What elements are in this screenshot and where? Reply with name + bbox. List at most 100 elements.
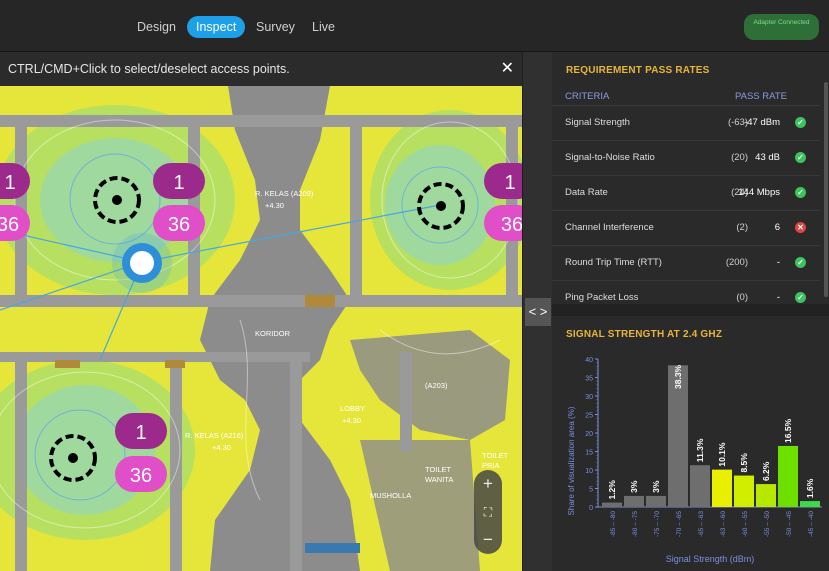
y-tick-label: 15 [585, 450, 593, 457]
ap-channel-2g[interactable]: 1 [504, 172, 515, 194]
room-label: TOILET [482, 451, 509, 460]
room-label: +4.30 [265, 201, 284, 210]
room-label: WANITA [425, 475, 453, 484]
y-axis-label: Share of visualization area (%) [567, 406, 576, 515]
bar [624, 495, 644, 507]
requirement-label: Channel Interference [565, 222, 654, 233]
y-tick-label: 20 [585, 431, 593, 438]
top-bar: Design Inspect Survey Live Adapter Conne… [0, 0, 829, 52]
bar-data-label: 16.5% [783, 418, 793, 443]
ap-channel-2g[interactable]: 1 [135, 422, 146, 444]
room-label: PRIA [482, 461, 500, 470]
zoom-controls: + ⛶ − [474, 470, 502, 554]
requirement-row-rtt[interactable]: Round Trip Time (RTT) (200) - ✓ [552, 245, 820, 280]
ap-channel-5g[interactable]: 36 [501, 214, 522, 236]
room-label: MUSHOLLA [370, 491, 411, 500]
room-label: (A203) [425, 381, 448, 390]
requirement-row-data-rate[interactable]: Data Rate (24) 144 Mbps ✓ [552, 175, 820, 210]
requirement-label: Signal Strength [565, 117, 630, 128]
x-tick-label: -80 – -75 [632, 511, 639, 537]
requirement-threshold: (2) [736, 222, 748, 233]
x-tick-label: -65 – -63 [698, 511, 705, 537]
bar [712, 469, 732, 507]
ap-channel-5g[interactable]: 36 [168, 214, 190, 236]
bar-data-label: 3% [651, 480, 661, 493]
side-panel: REQUIREMENT PASS RATES CRITERIA PASS RAT… [552, 52, 829, 571]
bar-data-label: 1.2% [607, 480, 617, 500]
x-axis-label: Signal Strength (dBm) [666, 554, 755, 564]
heatmap-canvas[interactable]: R. KELAS (A209) +4.30 KORIDOR R. KELAS (… [0, 52, 522, 571]
requirement-value: - [776, 257, 780, 268]
requirement-label: Round Trip Time (RTT) [565, 257, 662, 268]
requirement-label: Ping Packet Loss [565, 292, 639, 303]
pass-icon: ✓ [795, 187, 806, 198]
bar [800, 501, 820, 507]
x-tick-label: -55 – -50 [764, 511, 771, 537]
floorplan-heatmap: R. KELAS (A209) +4.30 KORIDOR R. KELAS (… [0, 52, 522, 571]
bar-data-label: 3% [629, 480, 639, 493]
close-icon[interactable]: ✕ [501, 52, 514, 86]
requirement-threshold: (20) [731, 152, 748, 163]
room-label: R. KELAS (A209) [255, 189, 314, 198]
requirement-row-signal-strength[interactable]: Signal Strength (-63) -47 dBm ✓ [552, 105, 820, 140]
y-tick-label: 0 [589, 505, 593, 512]
hint-text: CTRL/CMD+Click to select/deselect access… [8, 62, 290, 76]
requirements-scrollbar[interactable] [824, 82, 828, 297]
requirement-value: 43 dB [755, 152, 780, 163]
fit-view-button[interactable]: ⛶ [474, 498, 502, 526]
pass-icon: ✓ [795, 152, 806, 163]
bar [690, 465, 710, 507]
tab-live[interactable]: Live [303, 16, 344, 38]
x-tick-label: -50 – -45 [786, 511, 793, 537]
zoom-in-button[interactable]: + [474, 470, 502, 498]
room-label: +4.30 [342, 416, 361, 425]
chart-title: SIGNAL STRENGTH AT 2.4 GHZ [566, 329, 723, 340]
y-tick-label: 30 [585, 394, 593, 401]
y-tick-label: 5 [589, 487, 593, 494]
section-separator [552, 304, 829, 316]
bar [734, 475, 754, 507]
bar [778, 445, 798, 507]
requirement-value: - [776, 292, 780, 303]
room-label: TOILET [425, 465, 452, 474]
bar-data-label: 11.3% [695, 438, 705, 462]
pass-rate-header: PASS RATE [735, 91, 787, 102]
y-tick-label: 40 [585, 357, 593, 364]
bar [646, 495, 666, 507]
zoom-out-button[interactable]: − [474, 526, 502, 554]
bar [756, 484, 776, 507]
ap-channel-5g[interactable]: 36 [0, 214, 19, 236]
ap-channel-5g[interactable]: 36 [130, 465, 152, 487]
selection-hint-bar: CTRL/CMD+Click to select/deselect access… [0, 52, 522, 86]
bar-data-label: 10.1% [717, 442, 727, 467]
requirement-value: 144 Mbps [738, 187, 780, 198]
panel-divider[interactable]: < > [522, 52, 554, 571]
ap-channel-2g[interactable]: 1 [4, 172, 15, 194]
tab-survey[interactable]: Survey [247, 16, 304, 38]
requirement-threshold: (0) [736, 292, 748, 303]
requirement-row-channel-interference[interactable]: Channel Interference (2) 6 ✕ [552, 210, 820, 245]
requirement-label: Signal-to-Noise Ratio [565, 152, 655, 163]
x-tick-label: -85 – -80 [610, 511, 617, 537]
x-tick-label: -45 – -40 [808, 511, 815, 537]
pass-icon: ✓ [795, 292, 806, 303]
pass-icon: ✓ [795, 257, 806, 268]
y-tick-label: 35 [585, 376, 593, 383]
tab-inspect[interactable]: Inspect [187, 16, 246, 38]
bar-data-label: 38.3% [673, 364, 683, 389]
room-label: R. KELAS (A216) [185, 431, 244, 440]
y-tick-label: 25 [585, 413, 593, 420]
collapse-toggle-button[interactable]: < > [525, 298, 551, 326]
requirement-row-snr[interactable]: Signal-to-Noise Ratio (20) 43 dB ✓ [552, 140, 820, 175]
bar-data-label: 6.2% [761, 461, 771, 481]
requirement-threshold: (200) [725, 257, 748, 268]
x-tick-label: -63 – -60 [720, 511, 727, 537]
x-tick-label: -75 – -70 [654, 511, 661, 537]
requirements-title: REQUIREMENT PASS RATES [566, 65, 710, 76]
criteria-header: CRITERIA [565, 91, 610, 102]
ap-channel-2g[interactable]: 1 [173, 172, 184, 194]
y-tick-label: 10 [585, 468, 593, 475]
room-label: +4.30 [212, 443, 231, 452]
tab-design[interactable]: Design [128, 16, 185, 38]
requirement-label: Data Rate [565, 187, 608, 198]
